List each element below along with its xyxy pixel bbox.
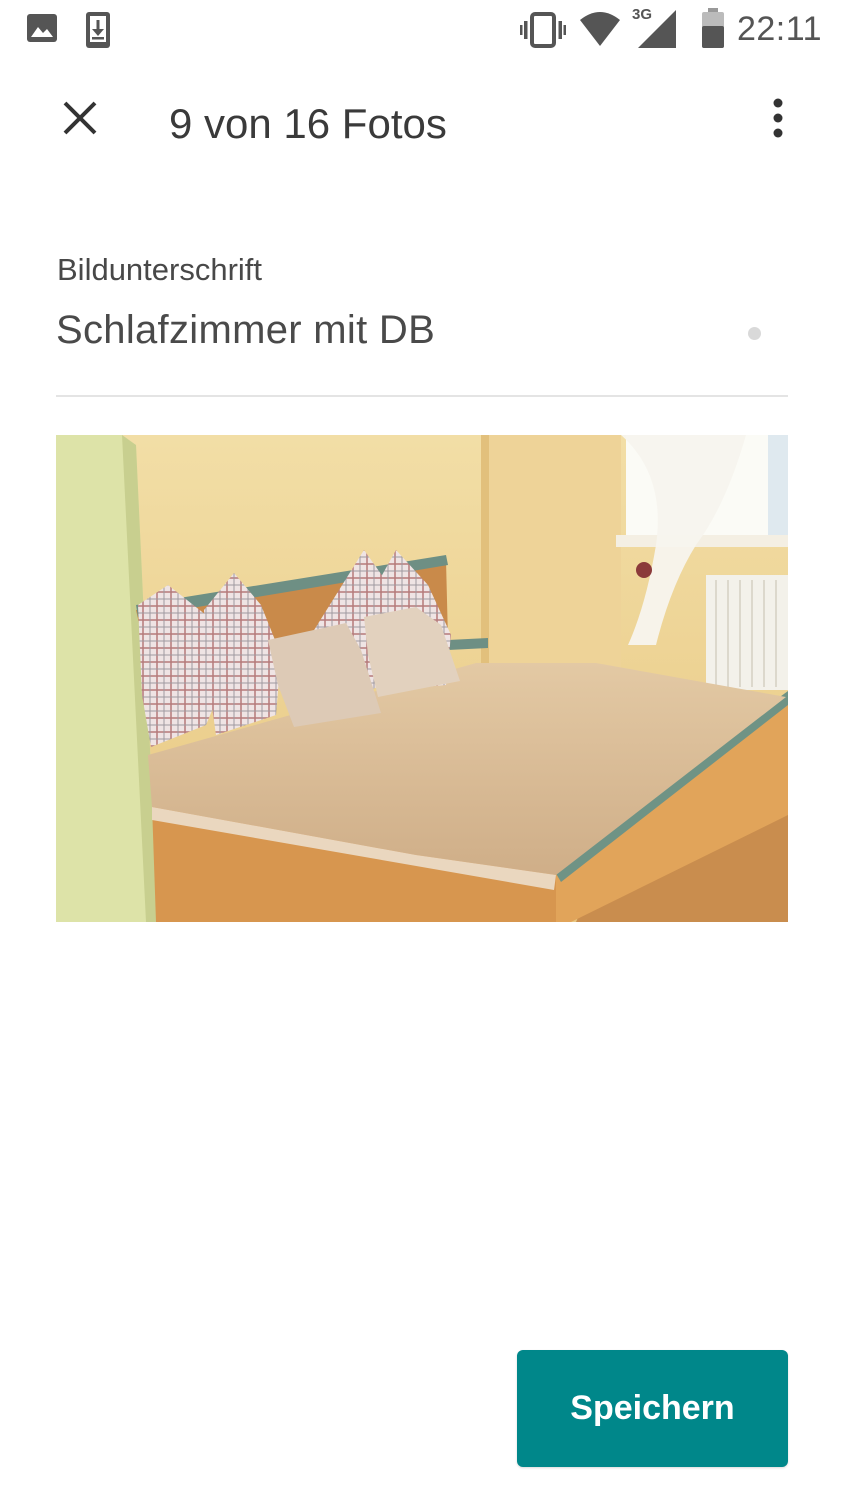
bedroom-photo bbox=[56, 435, 788, 922]
close-button[interactable] bbox=[50, 90, 110, 150]
wifi-icon bbox=[578, 8, 622, 52]
caption-underline bbox=[56, 395, 788, 397]
close-icon bbox=[62, 100, 98, 141]
image-icon bbox=[26, 12, 58, 44]
app-bar: 9 von 16 Fotos bbox=[0, 70, 844, 180]
caption-label: Bildunterschrift bbox=[57, 252, 263, 287]
status-time: 22:11 bbox=[736, 10, 822, 48]
more-options-button[interactable] bbox=[748, 90, 808, 150]
signal-icon bbox=[636, 8, 680, 52]
battery-icon bbox=[700, 8, 726, 52]
caption-field: Bildunterschrift bbox=[56, 240, 788, 397]
more-vert-icon bbox=[772, 98, 784, 143]
page-title: 9 von 16 Fotos bbox=[169, 100, 447, 147]
vibrate-icon bbox=[520, 8, 566, 52]
status-bar: 3G 22:11 bbox=[0, 0, 844, 60]
photo-caption-screen: 3G 22:11 9 von 16 Fotos Bildunterschrift… bbox=[0, 0, 844, 1500]
download-icon bbox=[84, 12, 116, 48]
input-indicator-dot bbox=[748, 327, 761, 340]
save-button[interactable]: Speichern bbox=[517, 1350, 788, 1467]
caption-input[interactable] bbox=[56, 300, 736, 360]
